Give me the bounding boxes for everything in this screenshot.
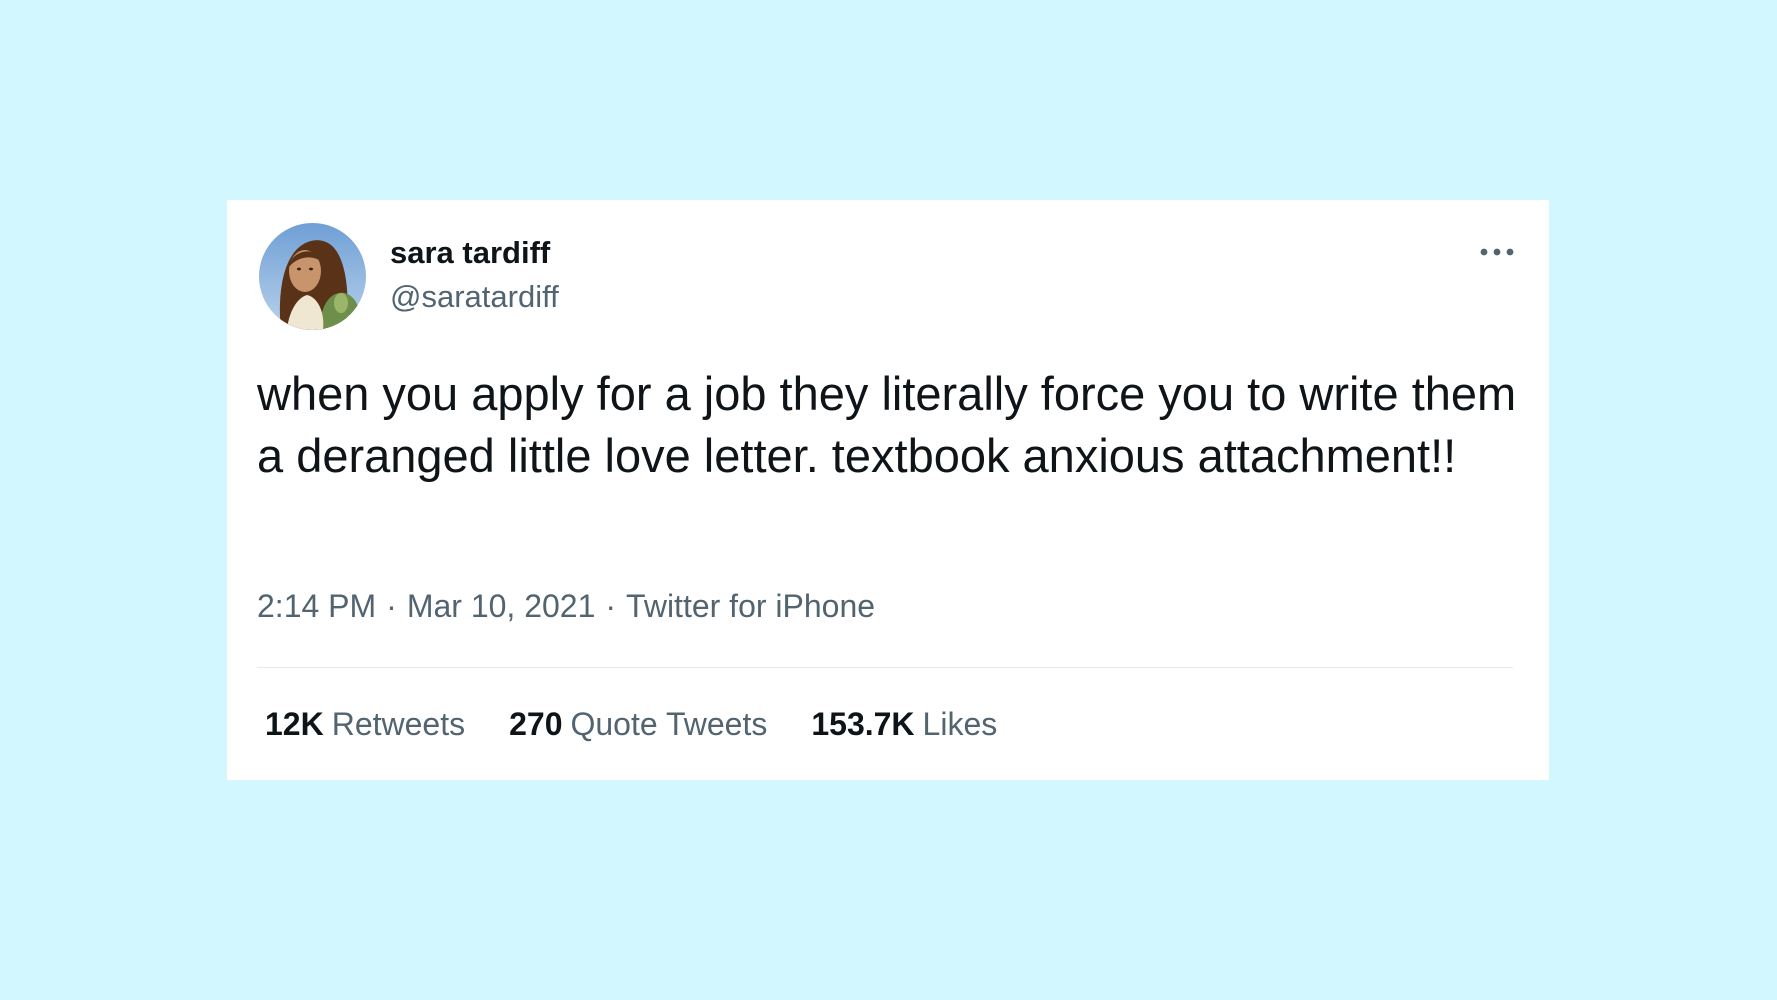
quote-tweets-stat[interactable]: 270 Quote Tweets xyxy=(509,705,767,743)
tweet-source[interactable]: Twitter for iPhone xyxy=(626,588,875,624)
tweet-meta: 2:14 PM · Mar 10, 2021 · Twitter for iPhone xyxy=(257,587,875,625)
retweets-stat[interactable]: 12K Retweets xyxy=(265,705,465,743)
author-handle[interactable]: @saratardiff xyxy=(390,278,559,315)
retweets-count: 12K xyxy=(265,706,324,742)
tweet-text: when you apply for a job they literally … xyxy=(257,367,1517,482)
meta-separator: · xyxy=(386,588,397,624)
tweet-time[interactable]: 2:14 PM xyxy=(257,588,376,624)
avatar[interactable] xyxy=(259,223,366,330)
likes-count: 153.7K xyxy=(811,706,915,742)
avatar-photo xyxy=(259,223,366,330)
quote-tweets-count: 270 xyxy=(509,706,563,742)
author-name[interactable]: sara tardiff xyxy=(390,234,550,271)
more-options-button[interactable] xyxy=(1475,240,1519,264)
retweets-label: Retweets xyxy=(331,706,466,742)
quote-tweets-label: Quote Tweets xyxy=(570,706,768,742)
tweet-date[interactable]: Mar 10, 2021 xyxy=(407,588,596,624)
tweet-stats: 12K Retweets 270 Quote Tweets 153.7K Likes xyxy=(265,705,997,743)
meta-separator: · xyxy=(605,588,617,624)
likes-stat[interactable]: 153.7K Likes xyxy=(811,705,997,743)
divider xyxy=(257,667,1513,668)
tweet-card: sara tardiff @saratardiff when you apply… xyxy=(227,200,1549,780)
more-horizontal-icon xyxy=(1480,248,1514,256)
likes-label: Likes xyxy=(922,706,998,742)
